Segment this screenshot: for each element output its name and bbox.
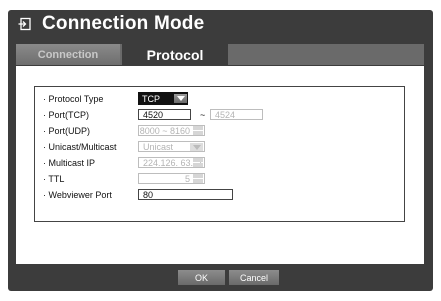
protocol-type-value: TCP xyxy=(142,93,160,104)
connection-mode-icon xyxy=(16,15,34,33)
unicast-multicast-row: · Unicast/Multicast xyxy=(43,141,138,153)
unicast-multicast-label: · Unicast/Multicast xyxy=(43,142,117,152)
webviewer-port-row: · Webviewer Port xyxy=(43,189,138,201)
port-tcp-label: · Port(TCP) xyxy=(43,110,89,120)
cancel-button[interactable]: Cancel xyxy=(229,270,279,285)
ttl-row: · TTL xyxy=(43,173,138,185)
port-tcp-separator: ~ xyxy=(200,110,206,120)
port-udp-input: 8000 ~ 8160 xyxy=(138,125,205,136)
protocol-panel: · Protocol Type TCP · Port(TCP) 4520 ~ 4… xyxy=(16,66,424,264)
port-udp-label: · Port(UDP) xyxy=(43,126,90,136)
multicast-ip-label: · Multicast IP xyxy=(43,158,96,168)
ok-button[interactable]: OK xyxy=(178,270,225,285)
tab-connection[interactable]: Connection xyxy=(16,44,120,65)
chevron-down-icon xyxy=(174,94,187,103)
ttl-input: 5 xyxy=(138,173,205,184)
multicast-ip-spinner xyxy=(193,158,203,167)
protocol-type-row: · Protocol Type xyxy=(43,93,138,105)
port-tcp-start-input[interactable]: 4520 xyxy=(138,109,191,120)
port-udp-row: · Port(UDP) xyxy=(43,125,138,137)
tab-protocol[interactable]: Protocol xyxy=(122,44,228,65)
dialog-header: Connection Mode xyxy=(16,12,204,36)
settings-box: · Protocol Type TCP · Port(TCP) 4520 ~ 4… xyxy=(34,86,405,222)
ttl-spinner xyxy=(193,174,203,183)
multicast-ip-input: 224.126. 63. 1 xyxy=(138,157,205,168)
webviewer-port-input[interactable]: 80 xyxy=(138,189,233,200)
port-tcp-end-input: 4524 xyxy=(210,109,263,120)
port-tcp-row: · Port(TCP) xyxy=(43,109,138,121)
chevron-down-icon xyxy=(190,143,203,151)
protocol-type-label: · Protocol Type xyxy=(43,94,104,104)
ttl-label: · TTL xyxy=(43,174,65,184)
multicast-ip-row: · Multicast IP xyxy=(43,157,138,169)
webviewer-port-label: · Webviewer Port xyxy=(43,190,112,200)
unicast-multicast-select: Unicast xyxy=(138,141,205,152)
port-udp-spinner xyxy=(193,126,203,135)
dialog-title: Connection Mode xyxy=(42,13,205,34)
protocol-type-select[interactable]: TCP xyxy=(138,92,188,105)
